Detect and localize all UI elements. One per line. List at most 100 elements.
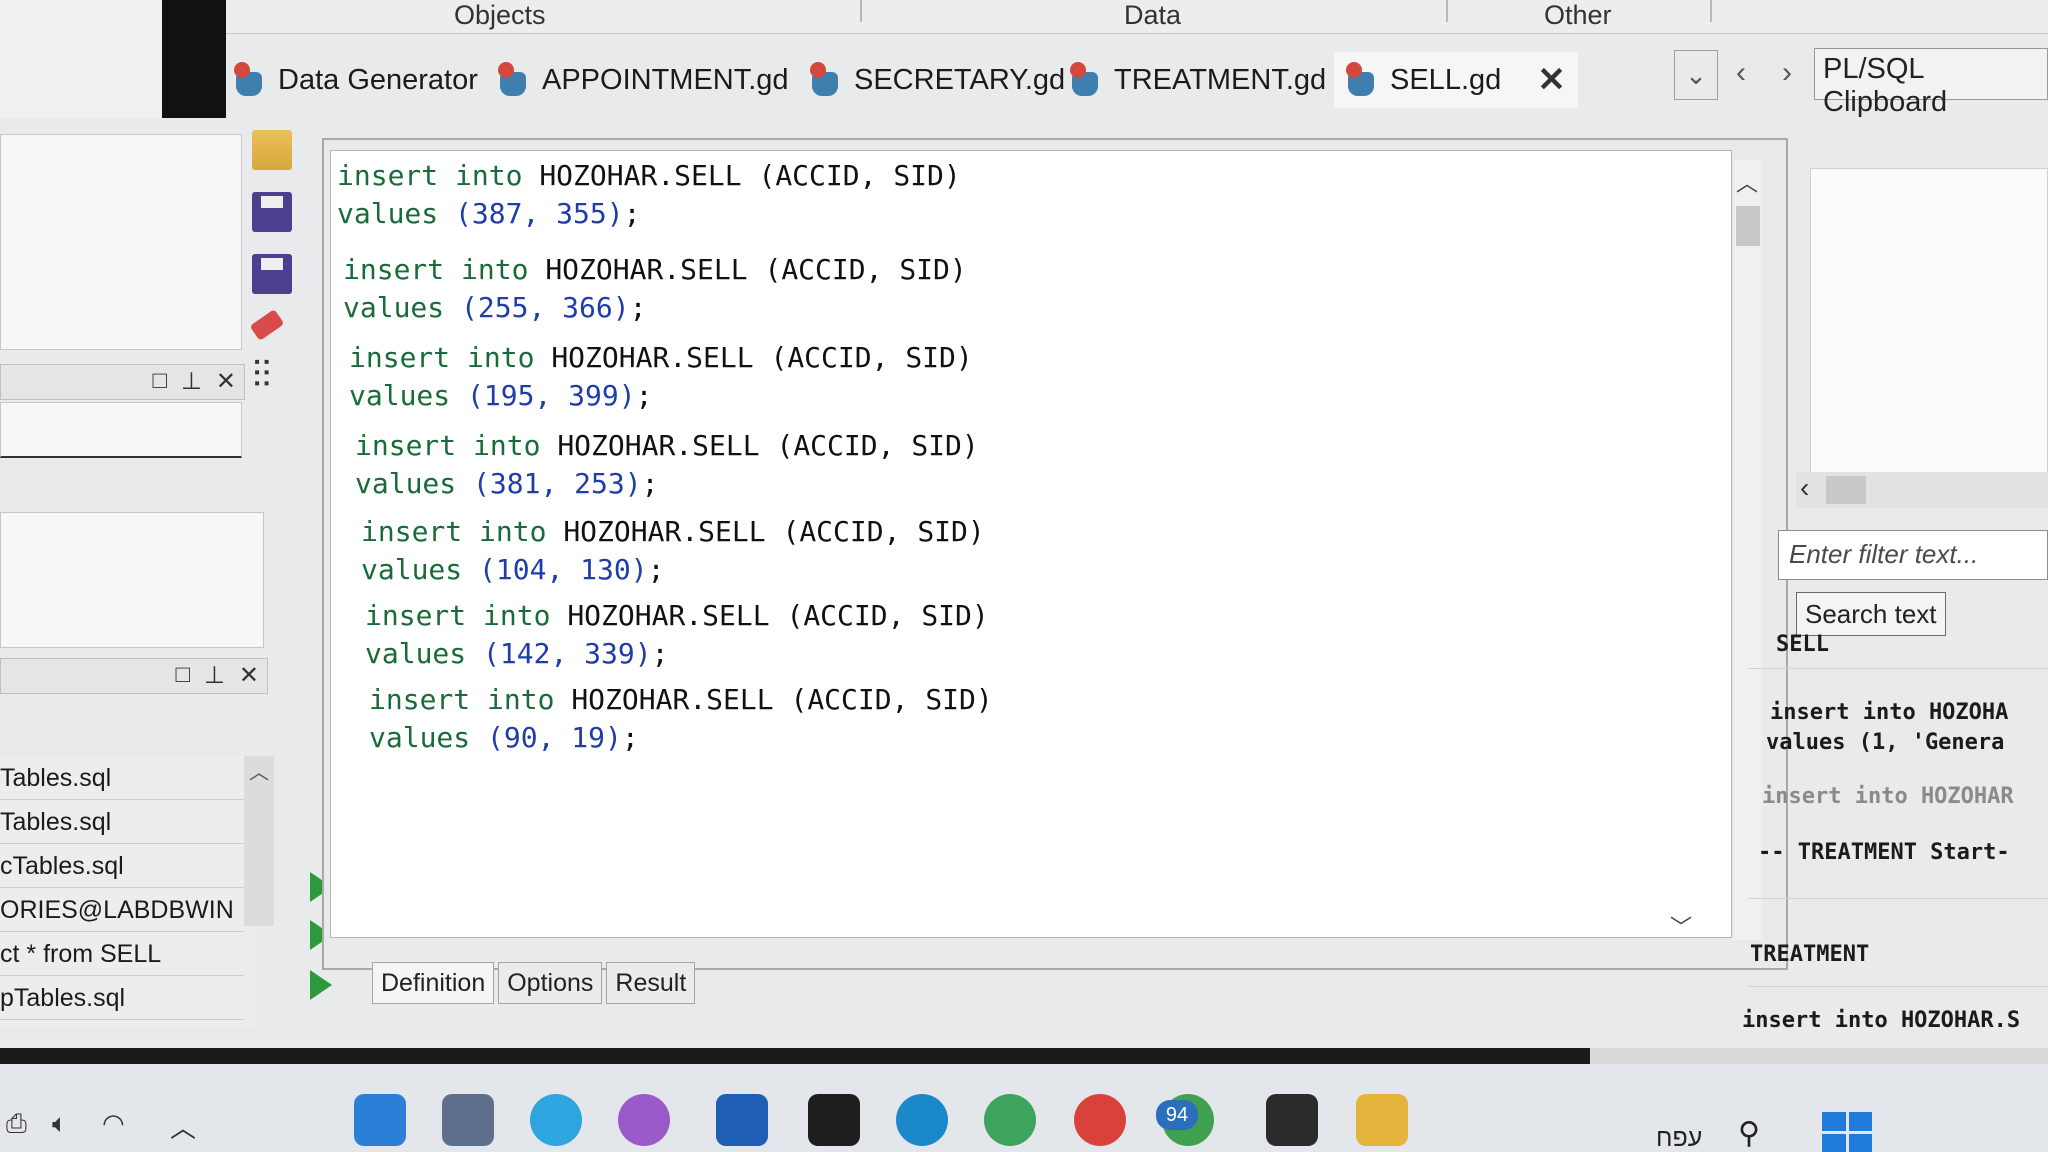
vscode-icon[interactable] [354, 1094, 406, 1146]
menu-objects[interactable]: Objects [454, 0, 546, 31]
search-icon[interactable]: ⚲ [1738, 1116, 1760, 1151]
chevron-left-icon[interactable]: ‹ [1736, 56, 1746, 90]
language-indicator[interactable]: עפח [1656, 1124, 1702, 1152]
list-item[interactable]: pTables.sql [0, 976, 244, 1020]
chevron-down-icon[interactable]: ﹀ [1670, 910, 1692, 942]
play-icon[interactable] [310, 970, 342, 1006]
tab-options[interactable]: Options [498, 962, 603, 1004]
tab-treatment[interactable]: TREATMENT.gd [1070, 52, 1326, 108]
clipboard-entry-line[interactable]: insert into HOZOHA [1770, 700, 2008, 725]
sql-statement[interactable]: insert into HOZOHAR.SELL (ACCID, SID) val… [361, 513, 985, 589]
telegram-icon[interactable] [530, 1094, 582, 1146]
list-item[interactable]: ct * from SELL [0, 932, 244, 976]
scrollbar-thumb[interactable] [1736, 206, 1760, 246]
sql-keyword: into [483, 599, 551, 632]
sql-statement[interactable]: insert into HOZOHAR.SELL (ACCID, SID) val… [369, 681, 993, 757]
sql-keyword: values [361, 553, 463, 586]
close-icon[interactable]: ✕ [216, 367, 236, 396]
tab-data-generator[interactable]: Data Generator [234, 52, 478, 108]
scrollbar-thumb[interactable] [1826, 476, 1866, 504]
chevron-right-icon[interactable]: › [1782, 56, 1792, 90]
sql-terminator: ; [629, 291, 647, 324]
close-icon[interactable]: ✕ [239, 661, 259, 690]
maximize-icon[interactable]: □ [175, 661, 190, 690]
menu-data[interactable]: Data [1124, 0, 1181, 31]
sql-keyword: into [487, 683, 555, 716]
menu-category-bar: Objects Data Other [0, 0, 2048, 34]
sql-terminator: ; [635, 379, 653, 412]
clipboard-entry-line[interactable]: insert into HOZOHAR [1762, 784, 2014, 809]
filter-input[interactable]: Enter filter text... [1778, 530, 2048, 580]
volume-icon[interactable]: 🔈︎ [52, 1108, 68, 1140]
sql-statement[interactable]: insert into HOZOHAR.SELL (ACCID, SID) val… [365, 597, 989, 673]
sql-statement[interactable]: insert into HOZOHAR.SELL (ACCID, SID) val… [355, 427, 979, 503]
notification-badge: 94 [1156, 1100, 1198, 1130]
terminal-icon[interactable] [1266, 1094, 1318, 1146]
clipboard-entry-line[interactable]: insert into HOZOHAR.S [1742, 1008, 2020, 1033]
divider [1748, 986, 2048, 987]
sql-keyword: values [365, 637, 467, 670]
windows-start-icon[interactable] [1822, 1112, 1872, 1152]
eraser-icon[interactable] [249, 309, 285, 341]
chrome-icon-2[interactable] [1074, 1094, 1126, 1146]
file-list-scrollbar[interactable]: ︿ [244, 756, 274, 926]
edge-icon[interactable] [896, 1094, 948, 1146]
chrome-profile-icon[interactable] [618, 1094, 670, 1146]
occluder-strip [162, 0, 226, 118]
list-item[interactable]: ORIES@LABDBWIN [0, 888, 244, 932]
open-folder-icon[interactable] [252, 130, 292, 170]
save-icon[interactable] [252, 192, 292, 232]
tab-plsql-clipboard[interactable]: PL/SQL Clipboard [1814, 48, 2048, 118]
clipboard-hscrollbar[interactable]: ‹ [1796, 472, 2048, 508]
chevron-up-icon[interactable]: ︿ [244, 756, 274, 785]
list-item[interactable]: cTables.sql [0, 844, 244, 888]
pin-icon[interactable]: ⊥ [181, 367, 202, 396]
sql-column-list: (ACCID, SID) [776, 429, 979, 462]
chrome-icon[interactable] [984, 1094, 1036, 1146]
sql-statement[interactable]: insert into HOZOHAR.SELL (ACCID, SID) val… [343, 251, 967, 327]
clipboard-entry-title: TREATMENT [1750, 942, 1870, 967]
settings-sliders-icon[interactable]: ⫶⫶ [252, 356, 292, 396]
left-header-area [0, 0, 226, 118]
sql-keyword: values [337, 197, 439, 230]
pin-icon[interactable]: ⊥ [204, 661, 225, 690]
editor-scrollbar[interactable]: ︿ [1734, 160, 1762, 940]
menu-separator [1446, 0, 1448, 22]
maximize-icon[interactable]: □ [152, 367, 167, 396]
word-icon[interactable] [716, 1094, 768, 1146]
sql-statement[interactable]: insert into HOZOHAR.SELL (ACCID, SID) val… [349, 339, 973, 415]
sql-statement[interactable]: insert into HOZOHAR.SELL (ACCID, SID) val… [337, 157, 961, 233]
left-pane-middle [0, 402, 242, 458]
tab-appointment[interactable]: APPOINTMENT.gd [498, 52, 789, 108]
tab-result[interactable]: Result [606, 962, 696, 1004]
sql-keyword: into [455, 159, 523, 192]
wifi-icon[interactable]: ◠ [102, 1108, 125, 1139]
file-explorer-icon[interactable] [1356, 1094, 1408, 1146]
tab-list-dropdown[interactable]: ⌄ [1674, 50, 1718, 100]
clipboard-entry-line[interactable]: values (1, 'Genera [1766, 730, 2004, 755]
snipping-icon[interactable] [442, 1094, 494, 1146]
printer-icon[interactable]: ⎙ [6, 1108, 27, 1140]
chevron-up-icon[interactable]: ︿ [1736, 166, 1758, 198]
tab-secretary[interactable]: SECRETARY.gd [810, 52, 1065, 108]
chevron-left-icon[interactable]: ‹ [1800, 472, 1809, 504]
sql-table-name: HOZOHAR.SELL [557, 429, 760, 462]
monitor-bezel-strip [0, 1048, 1590, 1064]
tab-definition[interactable]: Definition [372, 962, 495, 1004]
sql-terminator: ; [651, 637, 669, 670]
sql-editor[interactable]: insert into HOZOHAR.SELL (ACCID, SID) val… [330, 150, 1732, 938]
sql-keyword: values [343, 291, 445, 324]
sticky-notes-icon[interactable] [808, 1094, 860, 1146]
chevron-up-icon[interactable]: ︿ [170, 1108, 196, 1145]
close-icon[interactable]: ✕ [1537, 60, 1566, 100]
menu-other[interactable]: Other [1544, 0, 1612, 31]
sql-keyword: values [355, 467, 457, 500]
divider [1748, 898, 2048, 899]
save-as-icon[interactable] [252, 254, 292, 294]
clipboard-entry-line[interactable]: -- TREATMENT Start- [1758, 840, 2010, 865]
vertical-toolbar: ⫶⫶ [248, 130, 308, 418]
tab-label: TREATMENT.gd [1114, 63, 1327, 96]
tab-sell[interactable]: SELL.gd ✕ [1334, 52, 1578, 108]
list-item[interactable]: Tables.sql [0, 800, 244, 844]
list-item[interactable]: Tables.sql [0, 756, 244, 800]
